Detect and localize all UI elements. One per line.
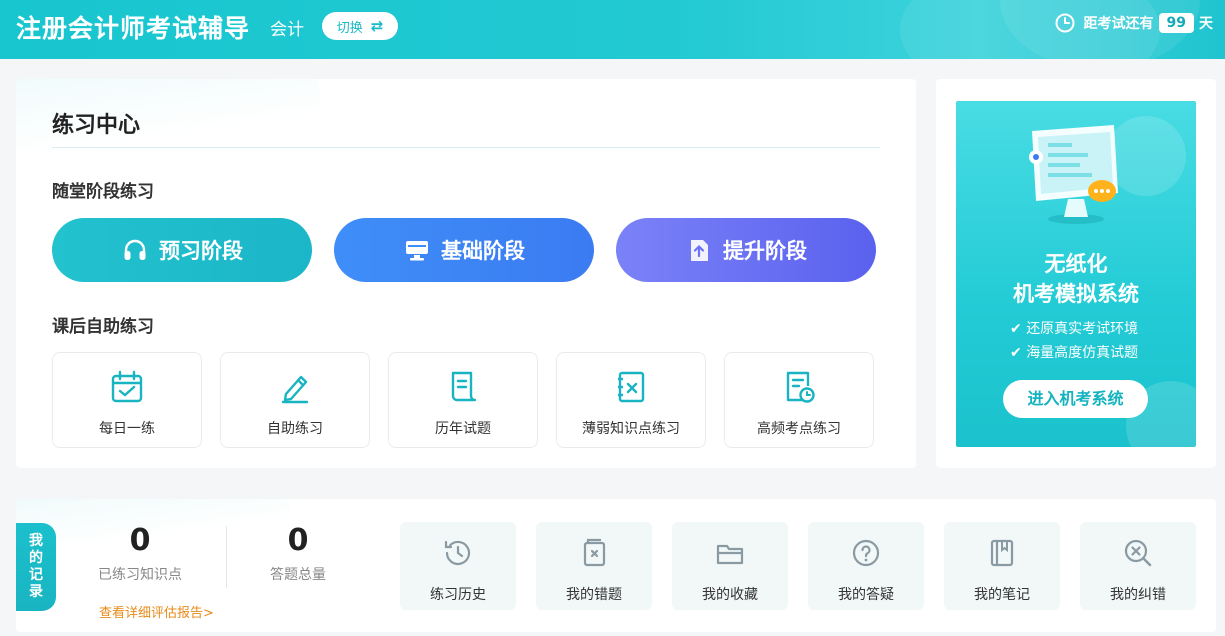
section-self-title: 课后自助练习 bbox=[52, 317, 154, 337]
record-notes[interactable]: 我的笔记 bbox=[944, 522, 1060, 610]
question-icon bbox=[852, 539, 880, 567]
search-x-icon bbox=[1124, 539, 1152, 567]
stat-value: 0 bbox=[287, 523, 309, 558]
upload-doc-icon bbox=[691, 240, 708, 261]
record-my-questions[interactable]: 我的答疑 bbox=[808, 522, 924, 610]
swap-icon: ⇄ bbox=[370, 17, 384, 35]
my-records-panel: 我 的 记 录 0 已练习知识点 0 答题总量 查看详细评估报告> 练习历史 我… bbox=[16, 499, 1216, 632]
calendar-check-icon bbox=[111, 370, 143, 403]
record-label: 我的错题 bbox=[566, 587, 622, 603]
switch-subject-button[interactable]: 切换 ⇄ bbox=[322, 12, 398, 40]
clock-icon bbox=[1055, 13, 1075, 33]
headphones-icon bbox=[124, 239, 146, 260]
card-self-practice[interactable]: 自助练习 bbox=[220, 352, 370, 448]
exam-system-banner: 无纸化 机考模拟系统 ✔ 还原真实考试环境 ✔ 海量高度仿真试题 进入机考系统 bbox=[956, 101, 1196, 447]
computer-illustration-icon bbox=[1029, 125, 1118, 224]
check-icon: ✔ bbox=[1010, 321, 1027, 337]
wrong-book-icon bbox=[583, 538, 606, 567]
tag-char: 我 bbox=[29, 533, 43, 549]
card-past-exams[interactable]: 历年试题 bbox=[388, 352, 538, 448]
record-corrections[interactable]: 我的纠错 bbox=[1080, 522, 1196, 610]
pencil-icon bbox=[281, 375, 309, 404]
countdown-prefix: 距考试还有 bbox=[1083, 16, 1154, 32]
stage-label: 基础阶段 bbox=[441, 239, 525, 263]
card-label: 每日一练 bbox=[99, 421, 155, 437]
tag-char: 的 bbox=[29, 550, 43, 566]
card-label: 高频考点练习 bbox=[757, 421, 841, 437]
practice-title: 练习中心 bbox=[52, 113, 141, 138]
tag-char: 录 bbox=[29, 584, 43, 600]
record-label: 我的收藏 bbox=[702, 587, 758, 603]
promo-feature: ✔ 海量高度仿真试题 bbox=[1010, 342, 1138, 362]
stage-preview-button[interactable]: 预习阶段 bbox=[52, 218, 312, 282]
record-wrong-questions[interactable]: 我的错题 bbox=[536, 522, 652, 610]
card-weak-points[interactable]: 薄弱知识点练习 bbox=[556, 352, 706, 448]
stat-caption: 已练习知识点 bbox=[98, 567, 182, 583]
stage-advance-button[interactable]: 提升阶段 bbox=[616, 218, 876, 282]
practice-center-panel: 练习中心 随堂阶段练习 预习阶段 基础阶段 提升阶段 课后自助练习 每日一练 自… bbox=[16, 79, 916, 468]
record-label: 我的笔记 bbox=[974, 587, 1030, 603]
my-records-tag: 我 的 记 录 bbox=[16, 523, 56, 611]
folder-icon bbox=[716, 544, 744, 565]
record-practice-history[interactable]: 练习历史 bbox=[400, 522, 516, 610]
stat-value: 0 bbox=[129, 523, 151, 558]
card-daily-practice[interactable]: 每日一练 bbox=[52, 352, 202, 448]
card-label: 自助练习 bbox=[267, 421, 323, 437]
promo-feature: ✔ 还原真实考试环境 bbox=[1010, 318, 1138, 338]
stage-basic-button[interactable]: 基础阶段 bbox=[334, 218, 594, 282]
feature-text: 还原真实考试环境 bbox=[1026, 321, 1139, 337]
record-label: 我的答疑 bbox=[838, 587, 894, 603]
notebook-x-icon bbox=[618, 371, 645, 403]
stat-knowledge-points: 0 已练习知识点 bbox=[80, 523, 200, 584]
divider bbox=[226, 526, 227, 588]
stage-label: 预习阶段 bbox=[159, 239, 243, 263]
desktop-icon bbox=[406, 241, 428, 261]
promo-title-line2: 机考模拟系统 bbox=[1013, 282, 1139, 306]
card-label: 薄弱知识点练习 bbox=[582, 421, 680, 437]
promo-title-line1: 无纸化 bbox=[1044, 252, 1108, 276]
top-header: 注册会计师考试辅导 会计 切换 ⇄ 距考试还有 99 天 bbox=[0, 0, 1225, 59]
stat-caption: 答题总量 bbox=[270, 567, 326, 583]
enter-exam-system-button[interactable]: 进入机考系统 bbox=[1003, 380, 1148, 418]
site-title: 注册会计师考试辅导 bbox=[16, 14, 251, 43]
exam-countdown: 距考试还有 99 天 bbox=[1055, 13, 1213, 33]
tag-char: 记 bbox=[29, 567, 43, 583]
promo-panel: 无纸化 机考模拟系统 ✔ 还原真实考试环境 ✔ 海量高度仿真试题 进入机考系统 bbox=[936, 79, 1216, 468]
divider bbox=[52, 147, 880, 148]
countdown-suffix: 天 bbox=[1199, 16, 1213, 32]
card-hot-points[interactable]: 高频考点练习 bbox=[724, 352, 874, 448]
check-icon: ✔ bbox=[1010, 345, 1027, 361]
switch-label: 切换 bbox=[336, 20, 363, 36]
notes-icon bbox=[990, 539, 1014, 567]
view-report-link[interactable]: 查看详细评估报告> bbox=[99, 602, 214, 621]
current-subject: 会计 bbox=[270, 20, 304, 40]
record-label: 练习历史 bbox=[430, 587, 486, 603]
record-favorites[interactable]: 我的收藏 bbox=[672, 522, 788, 610]
history-icon bbox=[444, 540, 471, 566]
record-label: 我的纠错 bbox=[1110, 587, 1166, 603]
stat-total-answers: 0 答题总量 bbox=[238, 523, 358, 584]
feature-text: 海量高度仿真试题 bbox=[1026, 345, 1139, 361]
countdown-days: 99 bbox=[1158, 13, 1194, 33]
doc-clock-icon bbox=[786, 371, 815, 403]
section-stage-title: 随堂阶段练习 bbox=[52, 182, 154, 202]
scroll-icon bbox=[451, 371, 477, 402]
card-label: 历年试题 bbox=[435, 421, 491, 437]
stage-label: 提升阶段 bbox=[723, 239, 807, 263]
